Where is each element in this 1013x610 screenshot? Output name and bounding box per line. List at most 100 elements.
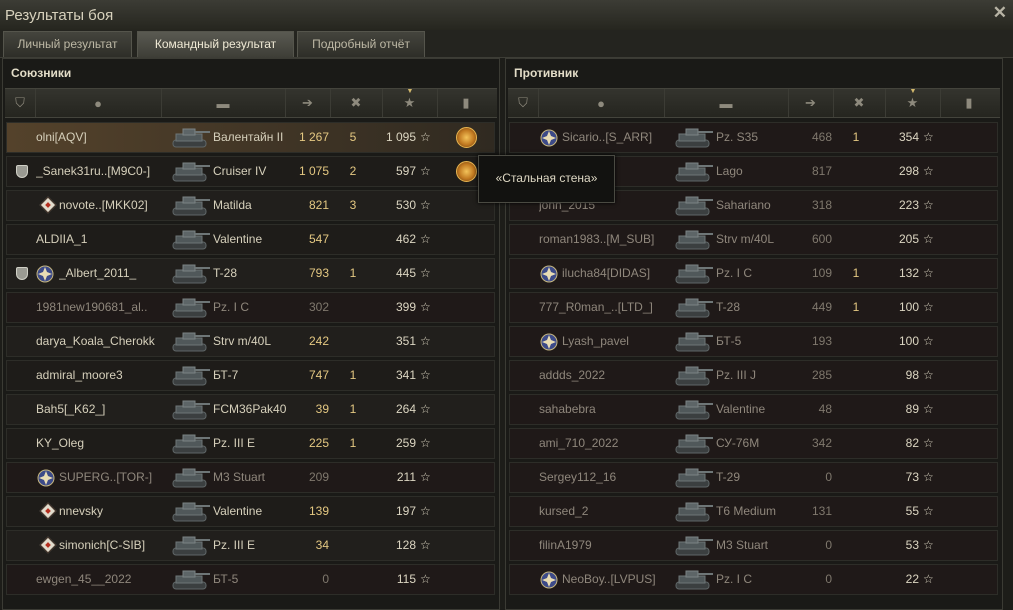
player-name: olni[AQV] bbox=[36, 130, 87, 144]
table-row[interactable]: ewgen_45__2022 БТ-5 0 115 ☆ bbox=[6, 564, 495, 595]
xp-value: 73 bbox=[905, 470, 919, 484]
tab-team-result[interactable]: Командный результат bbox=[137, 31, 294, 57]
tank-icon bbox=[171, 125, 211, 150]
player-name: _Sanek31ru..[M9C0-] bbox=[36, 164, 151, 178]
table-row[interactable]: novote..[MKK02] Matilda 821 3 530 ☆ bbox=[6, 190, 495, 221]
table-row[interactable]: simonich[C-SIB] Pz. III E 34 128 ☆ bbox=[6, 530, 495, 561]
player-name: 1981new190681_al.. bbox=[36, 300, 148, 314]
vehicle-name: T6 Medium bbox=[716, 504, 777, 518]
table-row[interactable]: kursed_2 T6 Medium 131 55 ☆ bbox=[509, 496, 998, 527]
kills-column-header[interactable]: ✖ bbox=[833, 89, 886, 117]
table-row[interactable]: _Sanek31ru..[M9C0-] Cruiser IV 1 075 2 597 ☆ bbox=[6, 156, 495, 187]
vehicle-name: Sahariano bbox=[716, 198, 771, 212]
table-row[interactable]: darya_Koala_Cherokk Strv m/40L 242 351 ☆ bbox=[6, 326, 495, 357]
xp-column-header[interactable]: ▼ ★ bbox=[885, 88, 941, 117]
player-name: nnevsky bbox=[59, 504, 104, 518]
kills-value bbox=[333, 327, 373, 356]
table-row[interactable]: Sergey112_16 T-29 0 73 ☆ bbox=[509, 462, 998, 493]
table-row[interactable]: 777_R0man_..[LTD_] T-28 449 1 100 ☆ bbox=[509, 292, 998, 323]
table-row[interactable]: Sicario..[S_ARR] Pz. S35 468 1 354 ☆ bbox=[509, 122, 998, 153]
xp-column-header[interactable]: ▼ ★ bbox=[382, 88, 438, 117]
medal-icon[interactable] bbox=[456, 127, 477, 148]
xp-star-icon: ☆ bbox=[923, 368, 934, 382]
table-row[interactable]: KY_Oleg Pz. III E 225 1 259 ☆ bbox=[6, 428, 495, 459]
kills-icon: ✖ bbox=[853, 95, 865, 110]
table-row[interactable]: Bah5[_K62_] FCM36Pak40 39 1 264 ☆ bbox=[6, 394, 495, 425]
player-name: ilucha84[DIDAS] bbox=[562, 266, 651, 280]
vehicle-name: Matilda bbox=[213, 198, 252, 212]
kills-value bbox=[333, 565, 373, 594]
clan-emblem-icon bbox=[540, 129, 558, 147]
xp-value: 264 bbox=[395, 402, 416, 416]
table-row[interactable]: _Albert_2011_ T-28 793 1 445 ☆ bbox=[6, 258, 495, 289]
tank-icon bbox=[674, 329, 714, 354]
medal-icon[interactable] bbox=[456, 161, 477, 182]
vehicle-column-header[interactable]: ▬ bbox=[161, 89, 286, 117]
player-name: filinA1979 bbox=[539, 538, 592, 552]
table-row[interactable]: addds_2022 Pz. III J 285 98 ☆ bbox=[509, 360, 998, 391]
tab-detailed-report[interactable]: Подробный отчёт bbox=[297, 31, 425, 57]
damage-column-header[interactable]: ➔ bbox=[788, 89, 834, 117]
damage-icon: ➔ bbox=[805, 95, 816, 110]
damage-value: 302 bbox=[308, 300, 329, 314]
player-column-header[interactable]: ● bbox=[538, 89, 665, 117]
damage-value: 1 075 bbox=[298, 164, 329, 178]
xp-star-icon: ☆ bbox=[420, 164, 431, 178]
damage-column-header[interactable]: ➔ bbox=[285, 89, 331, 117]
xp-star-icon: ☆ bbox=[420, 538, 431, 552]
squad-column-header[interactable]: ⛉ bbox=[508, 89, 539, 117]
squad-column-header[interactable]: ⛉ bbox=[5, 89, 36, 117]
damage-value: 193 bbox=[811, 334, 832, 348]
player-name: novote..[MKK02] bbox=[59, 198, 148, 212]
tank-icon bbox=[674, 465, 714, 490]
vehicle-column-header[interactable]: ▬ bbox=[664, 89, 789, 117]
damage-value: 139 bbox=[308, 504, 329, 518]
damage-value: 747 bbox=[308, 368, 329, 382]
enemies-title: Противник bbox=[514, 66, 579, 80]
damage-value: 342 bbox=[811, 436, 832, 450]
table-row[interactable]: admiral_moore3 БТ-7 747 1 341 ☆ bbox=[6, 360, 495, 391]
kills-value: 1 bbox=[349, 368, 357, 382]
xp-star-icon: ☆ bbox=[420, 232, 431, 246]
table-row[interactable]: Lyash_pavel БТ-5 193 100 ☆ bbox=[509, 326, 998, 357]
damage-value: 0 bbox=[825, 538, 832, 552]
player-column-header[interactable]: ● bbox=[35, 89, 162, 117]
table-row[interactable]: filinA1979 M3 Stuart 0 53 ☆ bbox=[509, 530, 998, 561]
medal-column-header[interactable]: ▮ bbox=[437, 89, 495, 117]
table-row[interactable]: roman1983..[M_SUB] Strv m/40L 600 205 ☆ bbox=[509, 224, 998, 255]
damage-value: 0 bbox=[825, 572, 832, 586]
kills-value bbox=[836, 327, 876, 356]
tank-icon bbox=[171, 329, 211, 354]
kills-column-header[interactable]: ✖ bbox=[330, 89, 383, 117]
vehicle-name: Pz. III E bbox=[213, 436, 256, 450]
table-row[interactable]: 1981new190681_al.. Pz. I C 302 399 ☆ bbox=[6, 292, 495, 323]
table-row[interactable]: NeoBoy..[LVPUS] Pz. I C 0 22 ☆ bbox=[509, 564, 998, 595]
kills-value bbox=[836, 191, 876, 220]
allies-column-header: ⛉ ● ▬ ➔ ✖ ▼ ★ ▮ bbox=[5, 88, 497, 118]
squad-icon bbox=[16, 267, 28, 280]
player-name: Lyash_pavel bbox=[562, 334, 629, 348]
xp-value: 128 bbox=[395, 538, 416, 552]
player-name: kursed_2 bbox=[539, 504, 589, 518]
vehicle-name: БТ-5 bbox=[213, 572, 239, 586]
table-row[interactable]: SUPERG..[TOR-] M3 Stuart 209 211 ☆ bbox=[6, 462, 495, 493]
xp-value: 132 bbox=[898, 266, 919, 280]
tank-icon bbox=[171, 363, 211, 388]
table-row[interactable]: ami_710_2022 СУ-76М 342 82 ☆ bbox=[509, 428, 998, 459]
vehicle-name: Pz. I C bbox=[213, 300, 250, 314]
table-row[interactable]: sahabebra Valentine 48 89 ☆ bbox=[509, 394, 998, 425]
damage-value: 468 bbox=[811, 130, 832, 144]
table-row[interactable]: olni[AQV] Валентайн II 1 267 5 1 095 ☆ bbox=[6, 122, 495, 153]
xp-star-icon: ☆ bbox=[923, 130, 934, 144]
close-icon[interactable]: ✕ bbox=[993, 4, 1007, 22]
xp-value: 298 bbox=[898, 164, 919, 178]
kills-value bbox=[333, 225, 373, 254]
table-row[interactable]: ilucha84[DIDAS] Pz. I C 109 1 132 ☆ bbox=[509, 258, 998, 289]
table-row[interactable]: nnevsky Valentine 139 197 ☆ bbox=[6, 496, 495, 527]
xp-star-icon: ☆ bbox=[923, 470, 934, 484]
damage-value: 242 bbox=[308, 334, 329, 348]
tab-personal-result[interactable]: Личный результат bbox=[3, 31, 132, 57]
kills-value bbox=[836, 531, 876, 560]
medal-column-header[interactable]: ▮ bbox=[940, 89, 998, 117]
table-row[interactable]: ALDIIA_1 Valentine 547 462 ☆ bbox=[6, 224, 495, 255]
